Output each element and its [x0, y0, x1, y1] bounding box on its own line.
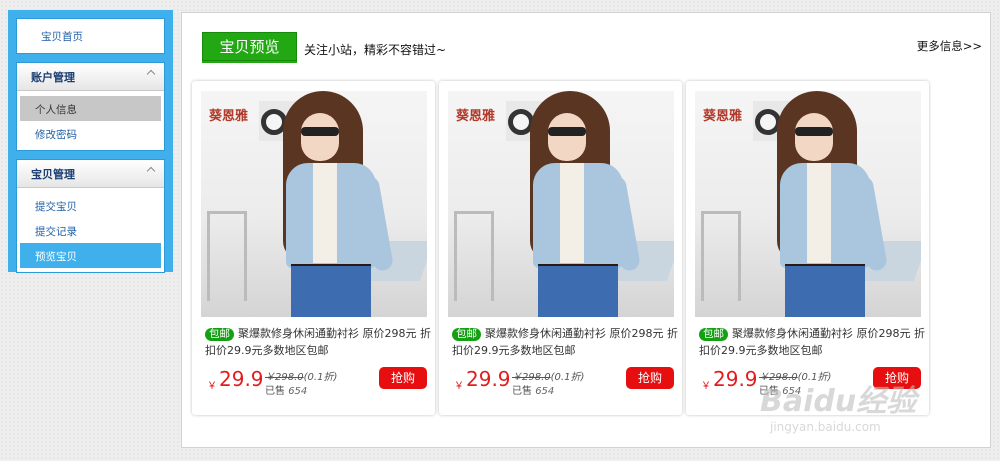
- product-image[interactable]: 葵恩雅: [201, 91, 427, 317]
- sidebar-group-header-account[interactable]: 账户管理: [17, 63, 164, 91]
- product-image[interactable]: 葵恩雅: [695, 91, 921, 317]
- free-shipping-badge: 包邮: [205, 328, 234, 341]
- product-card: 葵恩雅 包邮 聚爆款修身休闲通勤衬衫 原价298元 折扣价29.9元多数地区包邮 …: [439, 81, 682, 415]
- bg-chair: [701, 211, 741, 301]
- model-sunglasses: [548, 127, 586, 136]
- model-jeans: [785, 266, 865, 317]
- sidebar-item-submit-history[interactable]: 提交记录: [17, 218, 164, 243]
- brand-logo: 葵恩雅: [209, 109, 249, 124]
- product-card: 葵恩雅 包邮 聚爆款修身休闲通勤衬衫 原价298元 折扣价29.9元多数地区包邮 …: [686, 81, 929, 415]
- more-info-link[interactable]: 更多信息>>: [917, 38, 982, 54]
- bg-chair: [207, 211, 247, 301]
- brand-logo: 葵恩雅: [456, 109, 496, 124]
- price-row: ￥ 29.9 ￥298.0(0.1折) 已售 654 抢购: [207, 367, 427, 397]
- product-title[interactable]: 包邮 聚爆款修身休闲通勤衬衫 原价298元 折扣价29.9元多数地区包邮: [452, 325, 680, 359]
- product-title-text: 聚爆款修身休闲通勤衬衫 原价298元 折扣价29.9元多数地区包邮: [699, 327, 925, 357]
- main-panel: 宝贝预览 关注小站，精彩不容错过~ 更多信息>> 葵恩雅 包邮 聚爆款修身休闲通勤…: [181, 12, 991, 448]
- product-title-text: 聚爆款修身休闲通勤衬衫 原价298元 折扣价29.9元多数地区包邮: [452, 327, 678, 357]
- sidebar-group-header-items[interactable]: 宝贝管理: [17, 160, 164, 188]
- bg-chair: [454, 211, 494, 301]
- model-collar: [313, 163, 337, 263]
- product-title[interactable]: 包邮 聚爆款修身休闲通勤衬衫 原价298元 折扣价29.9元多数地区包邮: [699, 325, 927, 359]
- chevron-up-icon[interactable]: [146, 69, 156, 79]
- sidebar-group-account: 账户管理 个人信息 修改密码: [16, 62, 165, 151]
- model-jeans: [538, 266, 618, 317]
- brand-logo: 葵恩雅: [703, 109, 743, 124]
- buy-button[interactable]: 抢购: [626, 367, 674, 389]
- panel-subtitle: 关注小站，精彩不容错过~: [304, 43, 447, 57]
- original-price: ￥298.0(0.1折): [759, 372, 832, 383]
- sold-count: 已售 654: [759, 386, 802, 397]
- model-face: [795, 113, 833, 161]
- free-shipping-badge: 包邮: [452, 328, 481, 341]
- model-jeans: [291, 266, 371, 317]
- buy-button[interactable]: 抢购: [379, 367, 427, 389]
- product-title[interactable]: 包邮 聚爆款修身休闲通勤衬衫 原价298元 折扣价29.9元多数地区包邮: [205, 325, 433, 359]
- original-price: ￥298.0(0.1折): [512, 372, 585, 383]
- sidebar-item-preview[interactable]: 预览宝贝: [20, 243, 161, 268]
- tab-preview[interactable]: 宝贝预览: [202, 32, 297, 61]
- sale-price: 29.9: [713, 367, 758, 391]
- sale-price: 29.9: [466, 367, 511, 391]
- product-card: 葵恩雅 包邮 聚爆款修身休闲通勤衬衫 原价298元 折扣价29.9元多数地区包邮 …: [192, 81, 435, 415]
- chevron-up-icon[interactable]: [146, 166, 156, 176]
- currency-symbol: ￥: [701, 381, 711, 392]
- sidebar-item-home[interactable]: 宝贝首页: [16, 18, 165, 54]
- model-face: [548, 113, 586, 161]
- buy-button[interactable]: 抢购: [873, 367, 921, 389]
- model-sunglasses: [795, 127, 833, 136]
- original-price: ￥298.0(0.1折): [265, 372, 338, 383]
- model-face: [301, 113, 339, 161]
- model-sunglasses: [301, 127, 339, 136]
- currency-symbol: ￥: [207, 381, 217, 392]
- sidebar: 宝贝首页 账户管理 个人信息 修改密码 宝贝管理 提交宝贝 提交记录 预览宝贝: [8, 10, 173, 273]
- sold-count: 已售 654: [265, 386, 308, 397]
- model-collar: [807, 163, 831, 263]
- sold-count: 已售 654: [512, 386, 555, 397]
- model-collar: [560, 163, 584, 263]
- sidebar-group-items: 宝贝管理 提交宝贝 提交记录 预览宝贝: [16, 159, 165, 273]
- sidebar-group-title: 宝贝管理: [31, 168, 75, 181]
- sidebar-item-submit[interactable]: 提交宝贝: [17, 193, 164, 218]
- sidebar-item-change-password[interactable]: 修改密码: [17, 121, 164, 146]
- free-shipping-badge: 包邮: [699, 328, 728, 341]
- product-title-text: 聚爆款修身休闲通勤衬衫 原价298元 折扣价29.9元多数地区包邮: [205, 327, 431, 357]
- product-image[interactable]: 葵恩雅: [448, 91, 674, 317]
- currency-symbol: ￥: [454, 381, 464, 392]
- sidebar-item-profile[interactable]: 个人信息: [20, 96, 161, 121]
- price-row: ￥ 29.9 ￥298.0(0.1折) 已售 654 抢购: [701, 367, 921, 397]
- sidebar-group-title: 账户管理: [31, 71, 75, 84]
- sale-price: 29.9: [219, 367, 264, 391]
- tab-underline: [202, 61, 297, 63]
- price-row: ￥ 29.9 ￥298.0(0.1折) 已售 654 抢购: [454, 367, 674, 397]
